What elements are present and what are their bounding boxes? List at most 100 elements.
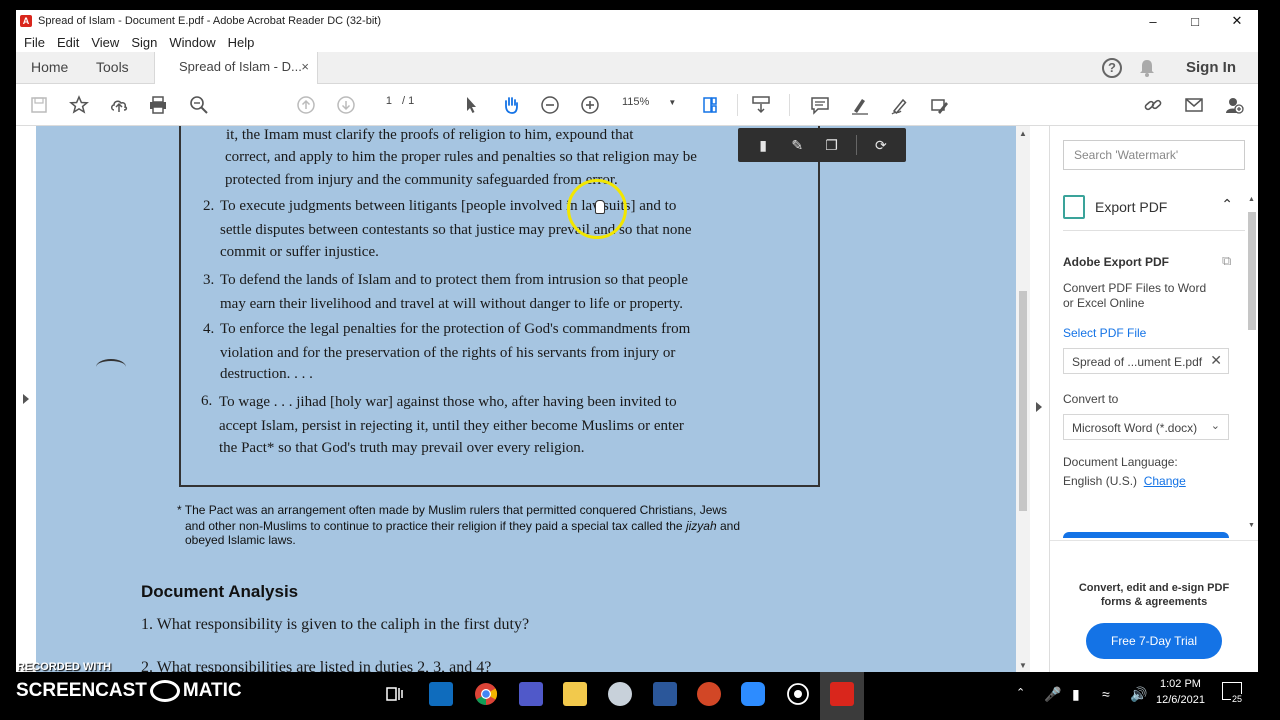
change-language-link[interactable]: Change (1144, 474, 1186, 488)
minimize-button[interactable]: – (1132, 10, 1174, 32)
teams-icon[interactable] (519, 682, 543, 706)
tool-search-input[interactable]: Search 'Watermark' (1063, 140, 1245, 170)
battery-icon[interactable]: ▮ (1072, 686, 1080, 703)
selected-file-field[interactable]: Spread of ...ument E.pdf ✕ (1063, 348, 1229, 374)
snipping-tool-icon[interactable] (608, 682, 632, 706)
wifi-icon[interactable]: ≈ (1102, 686, 1110, 702)
document-scrollbar[interactable]: ▲ ▼ (1016, 126, 1030, 672)
previous-page-icon[interactable] (295, 95, 317, 115)
convert-to-label: Convert to (1063, 392, 1119, 406)
export-pdf-header[interactable]: Export PDF ⌃ (1063, 192, 1245, 222)
tab-document[interactable]: Spread of Islam - D... × (154, 52, 318, 85)
help-icon[interactable]: ? (1102, 58, 1122, 78)
select-cursor-icon[interactable] (460, 95, 482, 115)
free-trial-button[interactable]: Free 7-Day Trial (1086, 623, 1222, 659)
save-icon[interactable] (28, 95, 50, 115)
scroll-up-arrow-icon[interactable]: ▲ (1019, 129, 1027, 138)
bookmark-star-icon[interactable] (68, 95, 90, 115)
export-pdf-label: Export PDF (1095, 199, 1168, 215)
maximize-button[interactable]: □ (1174, 10, 1216, 32)
system-clock[interactable]: 1:02 PM 12/6/2021 (1156, 676, 1205, 708)
convert-button-edge[interactable] (1063, 532, 1229, 538)
pencil-icon[interactable]: ✎ (787, 137, 807, 154)
zoom-app-icon[interactable] (741, 682, 765, 706)
share-link-icon[interactable] (1142, 95, 1164, 115)
tab-bar: Home Tools Spread of Islam - D... × ? Si… (16, 52, 1258, 85)
sticky-note-icon[interactable]: ▮ (753, 137, 773, 154)
export-pdf-icon (1063, 195, 1085, 219)
doc-line: violation and for the preservation of th… (220, 345, 676, 361)
export-description: or Excel Online (1063, 296, 1145, 310)
hand-tool-icon[interactable] (500, 95, 522, 115)
page-current: 1 (385, 95, 392, 107)
expand-left-panel-icon[interactable] (23, 394, 29, 404)
tab-tools[interactable]: Tools (96, 52, 129, 84)
chrome-icon[interactable] (474, 682, 498, 706)
page-total: 1 (408, 95, 415, 107)
chevron-up-icon[interactable]: ⌃ (1221, 196, 1233, 213)
screencast-app-icon[interactable] (786, 682, 810, 706)
email-icon[interactable] (1183, 95, 1205, 115)
print-icon[interactable] (147, 95, 169, 115)
file-explorer-icon[interactable] (563, 682, 587, 706)
zoom-out-icon[interactable] (539, 95, 561, 115)
next-page-icon[interactable] (335, 95, 357, 115)
zoom-level-dropdown[interactable]: 115% ▼ (622, 96, 676, 108)
watermark-screencast: SCREENCAST MATIC (16, 680, 242, 702)
doc-line: commit or suffer injustice. (220, 244, 379, 260)
zoom-search-icon[interactable] (188, 95, 210, 115)
volume-icon[interactable]: 🔊 (1130, 686, 1147, 703)
show-hidden-icons-icon[interactable]: ⌃ (1016, 686, 1025, 699)
scroll-mode-icon[interactable] (750, 95, 772, 115)
acrobat-taskbar-icon[interactable] (830, 682, 854, 706)
scrollbar-thumb[interactable] (1248, 212, 1256, 330)
menu-window[interactable]: Window (169, 35, 215, 50)
sign-in-button[interactable]: Sign In (1186, 59, 1236, 76)
tab-home[interactable]: Home (31, 52, 68, 84)
comment-icon[interactable] (809, 95, 831, 115)
highlight-pen-icon[interactable] (849, 95, 871, 115)
document-viewport[interactable]: it, the Imam must clarify the proofs of … (16, 126, 1022, 672)
page-number-field[interactable]: 1/ 1 (372, 95, 414, 107)
microphone-icon[interactable]: 🎤 (1044, 686, 1061, 703)
fill-sign-icon[interactable] (889, 95, 911, 115)
divider (1063, 230, 1245, 231)
copy-icon[interactable]: ⧉ (1222, 253, 1231, 269)
convert-format-dropdown[interactable]: Microsoft Word (*.docx) ⌄ (1063, 414, 1229, 440)
add-user-icon[interactable] (1223, 95, 1245, 115)
scroll-up-arrow-icon[interactable]: ▲ (1248, 196, 1255, 203)
scrollbar-thumb[interactable] (1019, 291, 1027, 511)
scroll-down-arrow-icon[interactable]: ▼ (1019, 661, 1027, 670)
menu-file[interactable]: File (24, 35, 45, 50)
menu-view[interactable]: View (91, 35, 119, 50)
notification-bell-icon[interactable] (1138, 58, 1156, 78)
collapse-right-panel-icon[interactable] (1036, 402, 1042, 412)
page-separator: / (402, 95, 406, 107)
word-icon[interactable] (653, 682, 677, 706)
pdf-page: it, the Imam must clarify the proofs of … (36, 126, 1010, 672)
powerpoint-icon[interactable] (697, 682, 721, 706)
outlook-icon[interactable] (429, 682, 453, 706)
promo-text: Convert, edit and e-sign PDF forms & agr… (1078, 582, 1230, 608)
menu-edit[interactable]: Edit (57, 35, 79, 50)
menu-sign[interactable]: Sign (131, 35, 157, 50)
task-view-icon[interactable] (382, 682, 406, 706)
analysis-question: 1. What responsibility is given to the c… (141, 616, 530, 633)
scroll-down-arrow-icon[interactable]: ▼ (1248, 522, 1255, 529)
clock-time: 1:02 PM (1159, 678, 1201, 690)
title-bar: A Spread of Islam - Document E.pdf - Ado… (16, 10, 1258, 32)
doc-item-number: 4. (203, 321, 215, 337)
tab-close-button[interactable]: × (301, 52, 309, 82)
edit-tools-icon[interactable] (928, 95, 950, 115)
selected-file-name: Spread of ...ument E.pdf (1072, 355, 1203, 369)
rotate-icon[interactable]: ⟳ (871, 137, 891, 154)
cloud-upload-icon[interactable] (108, 95, 130, 115)
zoom-in-icon[interactable] (579, 95, 601, 115)
close-window-button[interactable]: ✕ (1216, 10, 1258, 32)
menu-help[interactable]: Help (228, 35, 255, 50)
select-pdf-file-link[interactable]: Select PDF File (1063, 326, 1146, 340)
crop-icon[interactable]: ❐ (821, 137, 841, 154)
clear-file-icon[interactable]: ✕ (1210, 352, 1222, 369)
right-pane-scrollbar[interactable]: ▲ ▼ (1246, 194, 1258, 534)
page-layout-icon[interactable] (700, 95, 722, 115)
